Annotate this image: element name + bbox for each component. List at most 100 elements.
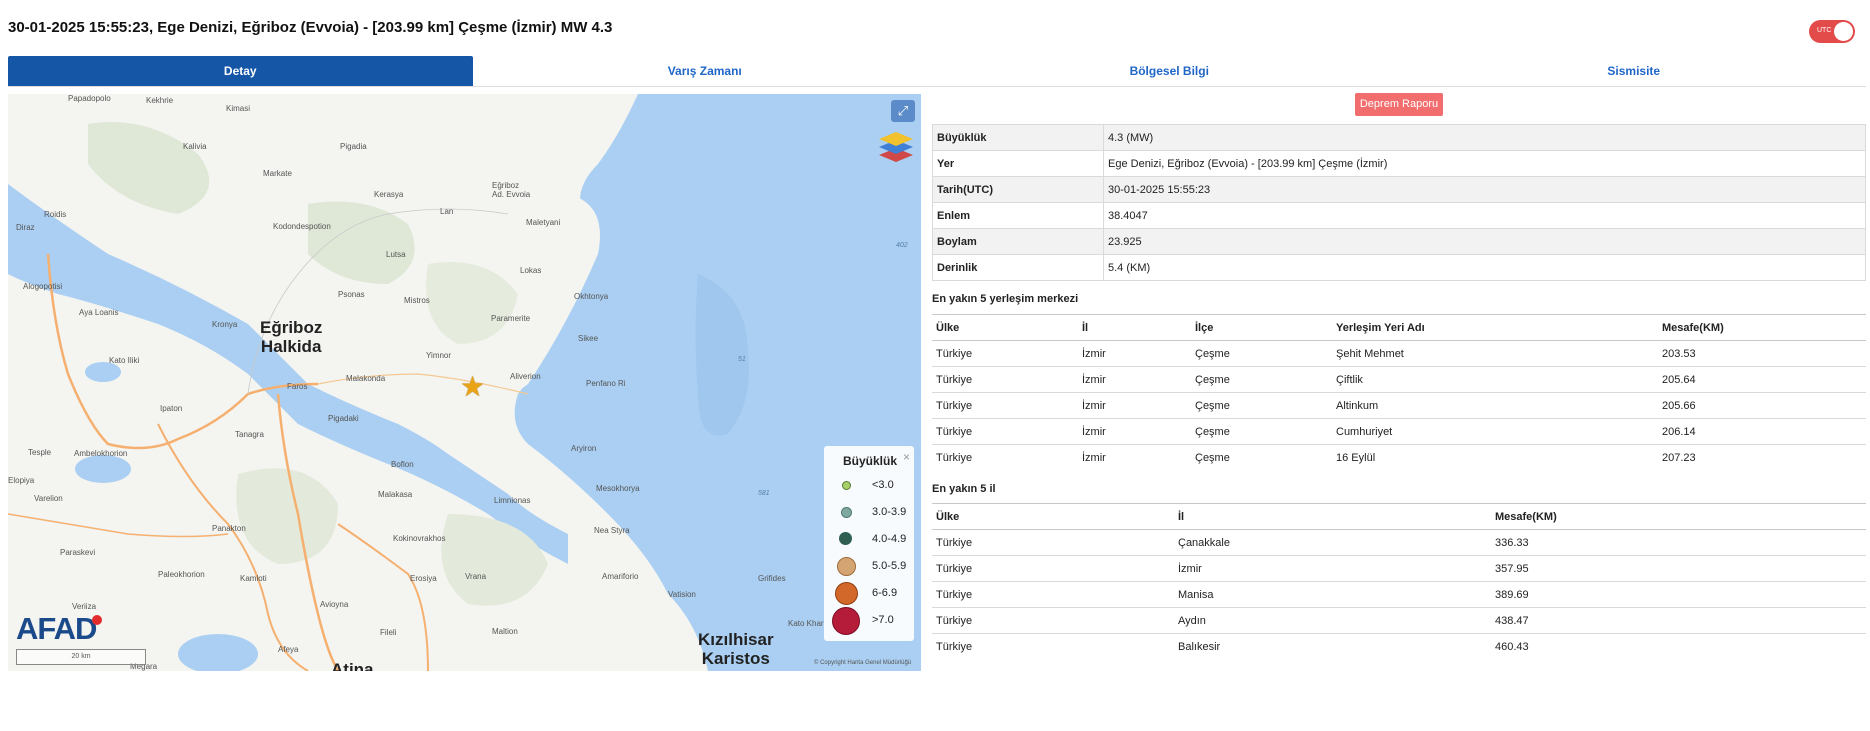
table-cell: Çanakkale <box>1174 529 1491 556</box>
legend-item: 4.0-4.9 <box>824 526 914 552</box>
table-cell: 207.23 <box>1658 444 1866 470</box>
map-label-karistos: Kızılhisar Karistos <box>698 630 774 668</box>
map-label-place: Tanagra <box>235 430 264 439</box>
table-cell: Türkiye <box>932 444 1078 470</box>
nearest-settlements-title: En yakın 5 yerleşim merkezi <box>932 293 1079 305</box>
legend-label: >7.0 <box>872 614 894 626</box>
table-cell: 205.64 <box>1658 366 1866 393</box>
table-cell: İzmir <box>1078 392 1191 419</box>
afad-logo-mark <box>92 615 102 625</box>
detail-key: Boylam <box>932 228 1104 255</box>
table-row: Türkiye İzmir Çeşme 16 Eylül 207.23 <box>932 444 1866 470</box>
table-header-row: Ülke İl Mesafe(KM) <box>932 503 1866 530</box>
detail-value: 30-01-2025 15:55:23 <box>1103 176 1866 203</box>
tab-sismisite[interactable]: Sismisite <box>1402 56 1867 86</box>
nearest-provinces-title: En yakın 5 il <box>932 483 996 495</box>
detail-value: 23.925 <box>1103 228 1866 255</box>
detail-key: Derinlik <box>932 254 1104 281</box>
table-row: Türkiye İzmir 357.95 <box>932 555 1866 582</box>
tab-bolgesel-bilgi[interactable]: Bölgesel Bilgi <box>937 56 1402 86</box>
table-cell: Çeşme <box>1191 418 1332 445</box>
map-label-place: Kokinovrakhos <box>393 534 446 543</box>
earthquake-map[interactable]: Eğriboz Halkida Kızılhisar Karistos Atina … <box>8 94 921 671</box>
map-label-place: Paramerite <box>491 314 531 323</box>
epicenter-star-icon[interactable]: ★ <box>460 370 485 403</box>
legend-label: 6-6.9 <box>872 587 898 599</box>
map-label-place: Aliverion <box>510 372 541 381</box>
column-header: Yerleşim Yeri Adı <box>1332 314 1658 341</box>
column-header: Ülke <box>932 503 1174 530</box>
table-cell: Cumhuriyet <box>1332 418 1658 445</box>
map-copyright: © Copyright Harita Genel Müdürlüğü <box>814 660 912 666</box>
table-cell: İzmir <box>1078 366 1191 393</box>
table-cell: İzmir <box>1174 555 1491 582</box>
map-label-place: Kodondespotion <box>273 222 331 231</box>
legend-dot <box>837 557 856 576</box>
detail-key: Büyüklük <box>932 124 1104 151</box>
table-cell: Türkiye <box>932 392 1078 419</box>
detail-key: Tarih(UTC) <box>932 176 1104 203</box>
map-label-place: Avioyna <box>320 600 349 609</box>
column-header: Mesafe(KM) <box>1658 314 1866 341</box>
table-cell: Türkiye <box>932 633 1174 659</box>
table-cell: 203.53 <box>1658 340 1866 367</box>
tab-varis-zamani[interactable]: Varış Zamanı <box>473 56 938 86</box>
map-sea-label: 581 <box>758 490 770 497</box>
afad-logo: AFAD <box>16 611 97 646</box>
table-row: Türkiye İzmir Çeşme Altinkum 205.66 <box>932 392 1866 419</box>
legend-dot <box>835 582 858 605</box>
table-row: Türkiye Balıkesir 460.43 <box>932 633 1866 659</box>
legend-dot <box>839 532 852 545</box>
table-row: Türkiye İzmir Çeşme Cumhuriyet 206.14 <box>932 418 1866 445</box>
map-label-place: Lokas <box>520 266 542 275</box>
fullscreen-icon[interactable]: ⤢ <box>891 100 915 122</box>
legend-dot <box>832 607 860 635</box>
map-label-place: Paleokhorion <box>158 570 205 579</box>
legend-label: 4.0-4.9 <box>872 533 907 545</box>
map-label-place: Lan <box>440 207 454 216</box>
earthquake-report-button[interactable]: Deprem Raporu <box>1355 93 1443 116</box>
map-label-place: Kato Iliki <box>109 356 140 365</box>
table-row: Türkiye İzmir Çeşme Çiftlik 205.64 <box>932 366 1866 393</box>
utc-label: UTC <box>1817 27 1832 34</box>
table-cell: Türkiye <box>932 607 1174 634</box>
legend-dot <box>841 507 852 518</box>
table-cell: Altinkum <box>1332 392 1658 419</box>
map-label-place: Paraskevi <box>60 548 96 557</box>
page-title: 30-01-2025 15:55:23, Ege Denizi, Eğriboz… <box>8 19 613 36</box>
table-row: Büyüklük 4.3 (MW) <box>932 124 1866 151</box>
detail-value: 5.4 (KM) <box>1103 254 1866 281</box>
map-label-place: Ambelokhorion <box>74 449 128 458</box>
detail-value: 4.3 (MW) <box>1103 124 1866 151</box>
map-label-place: Ipaton <box>160 404 183 413</box>
map-label-place: Mistros <box>404 296 430 305</box>
table-cell: 205.66 <box>1658 392 1866 419</box>
magnitude-legend: Büyüklük × <3.0 3.0-3.9 4.0-4.9 5.0-5.9 … <box>824 446 914 641</box>
map-label-place: Tesple <box>28 448 52 457</box>
detail-value: Ege Denizi, Eğriboz (Evvoia) - [203.99 k… <box>1103 150 1866 177</box>
map-label-place: Kronya <box>212 320 238 329</box>
map-sea-label: 51 <box>738 356 746 363</box>
column-header: İlçe <box>1191 314 1332 341</box>
map-label-place: Alogopotisi <box>23 282 63 291</box>
map-label-place: Elopiya <box>8 476 35 485</box>
table-cell: Çeşme <box>1191 340 1332 367</box>
map-label-place: Pigadia <box>340 142 367 151</box>
table-cell: İzmir <box>1078 340 1191 367</box>
table-cell: Türkiye <box>932 418 1078 445</box>
nearest-settlements-table: Ülke İl İlçe Yerleşim Yeri Adı Mesafe(KM… <box>932 314 1866 470</box>
map-label-atina: Atina <box>331 660 374 671</box>
map-label-place: Penfano Ri <box>586 379 626 388</box>
table-cell: Aydın <box>1174 607 1491 634</box>
table-cell: Türkiye <box>932 529 1174 556</box>
map-label-place: Vatision <box>668 590 696 599</box>
event-details-table: Büyüklük 4.3 (MW) Yer Ege Denizi, Eğriboz … <box>932 124 1866 281</box>
table-cell: Çeşme <box>1191 444 1332 470</box>
map-label-place: Afeya <box>278 645 299 654</box>
legend-close-icon[interactable]: × <box>903 450 910 464</box>
table-cell: Türkiye <box>932 340 1078 367</box>
map-label-place: Aryiron <box>571 444 597 453</box>
map-sea-label: 402 <box>896 242 908 249</box>
utc-toggle[interactable]: UTC <box>1809 20 1855 43</box>
tab-detay[interactable]: Detay <box>8 56 473 86</box>
